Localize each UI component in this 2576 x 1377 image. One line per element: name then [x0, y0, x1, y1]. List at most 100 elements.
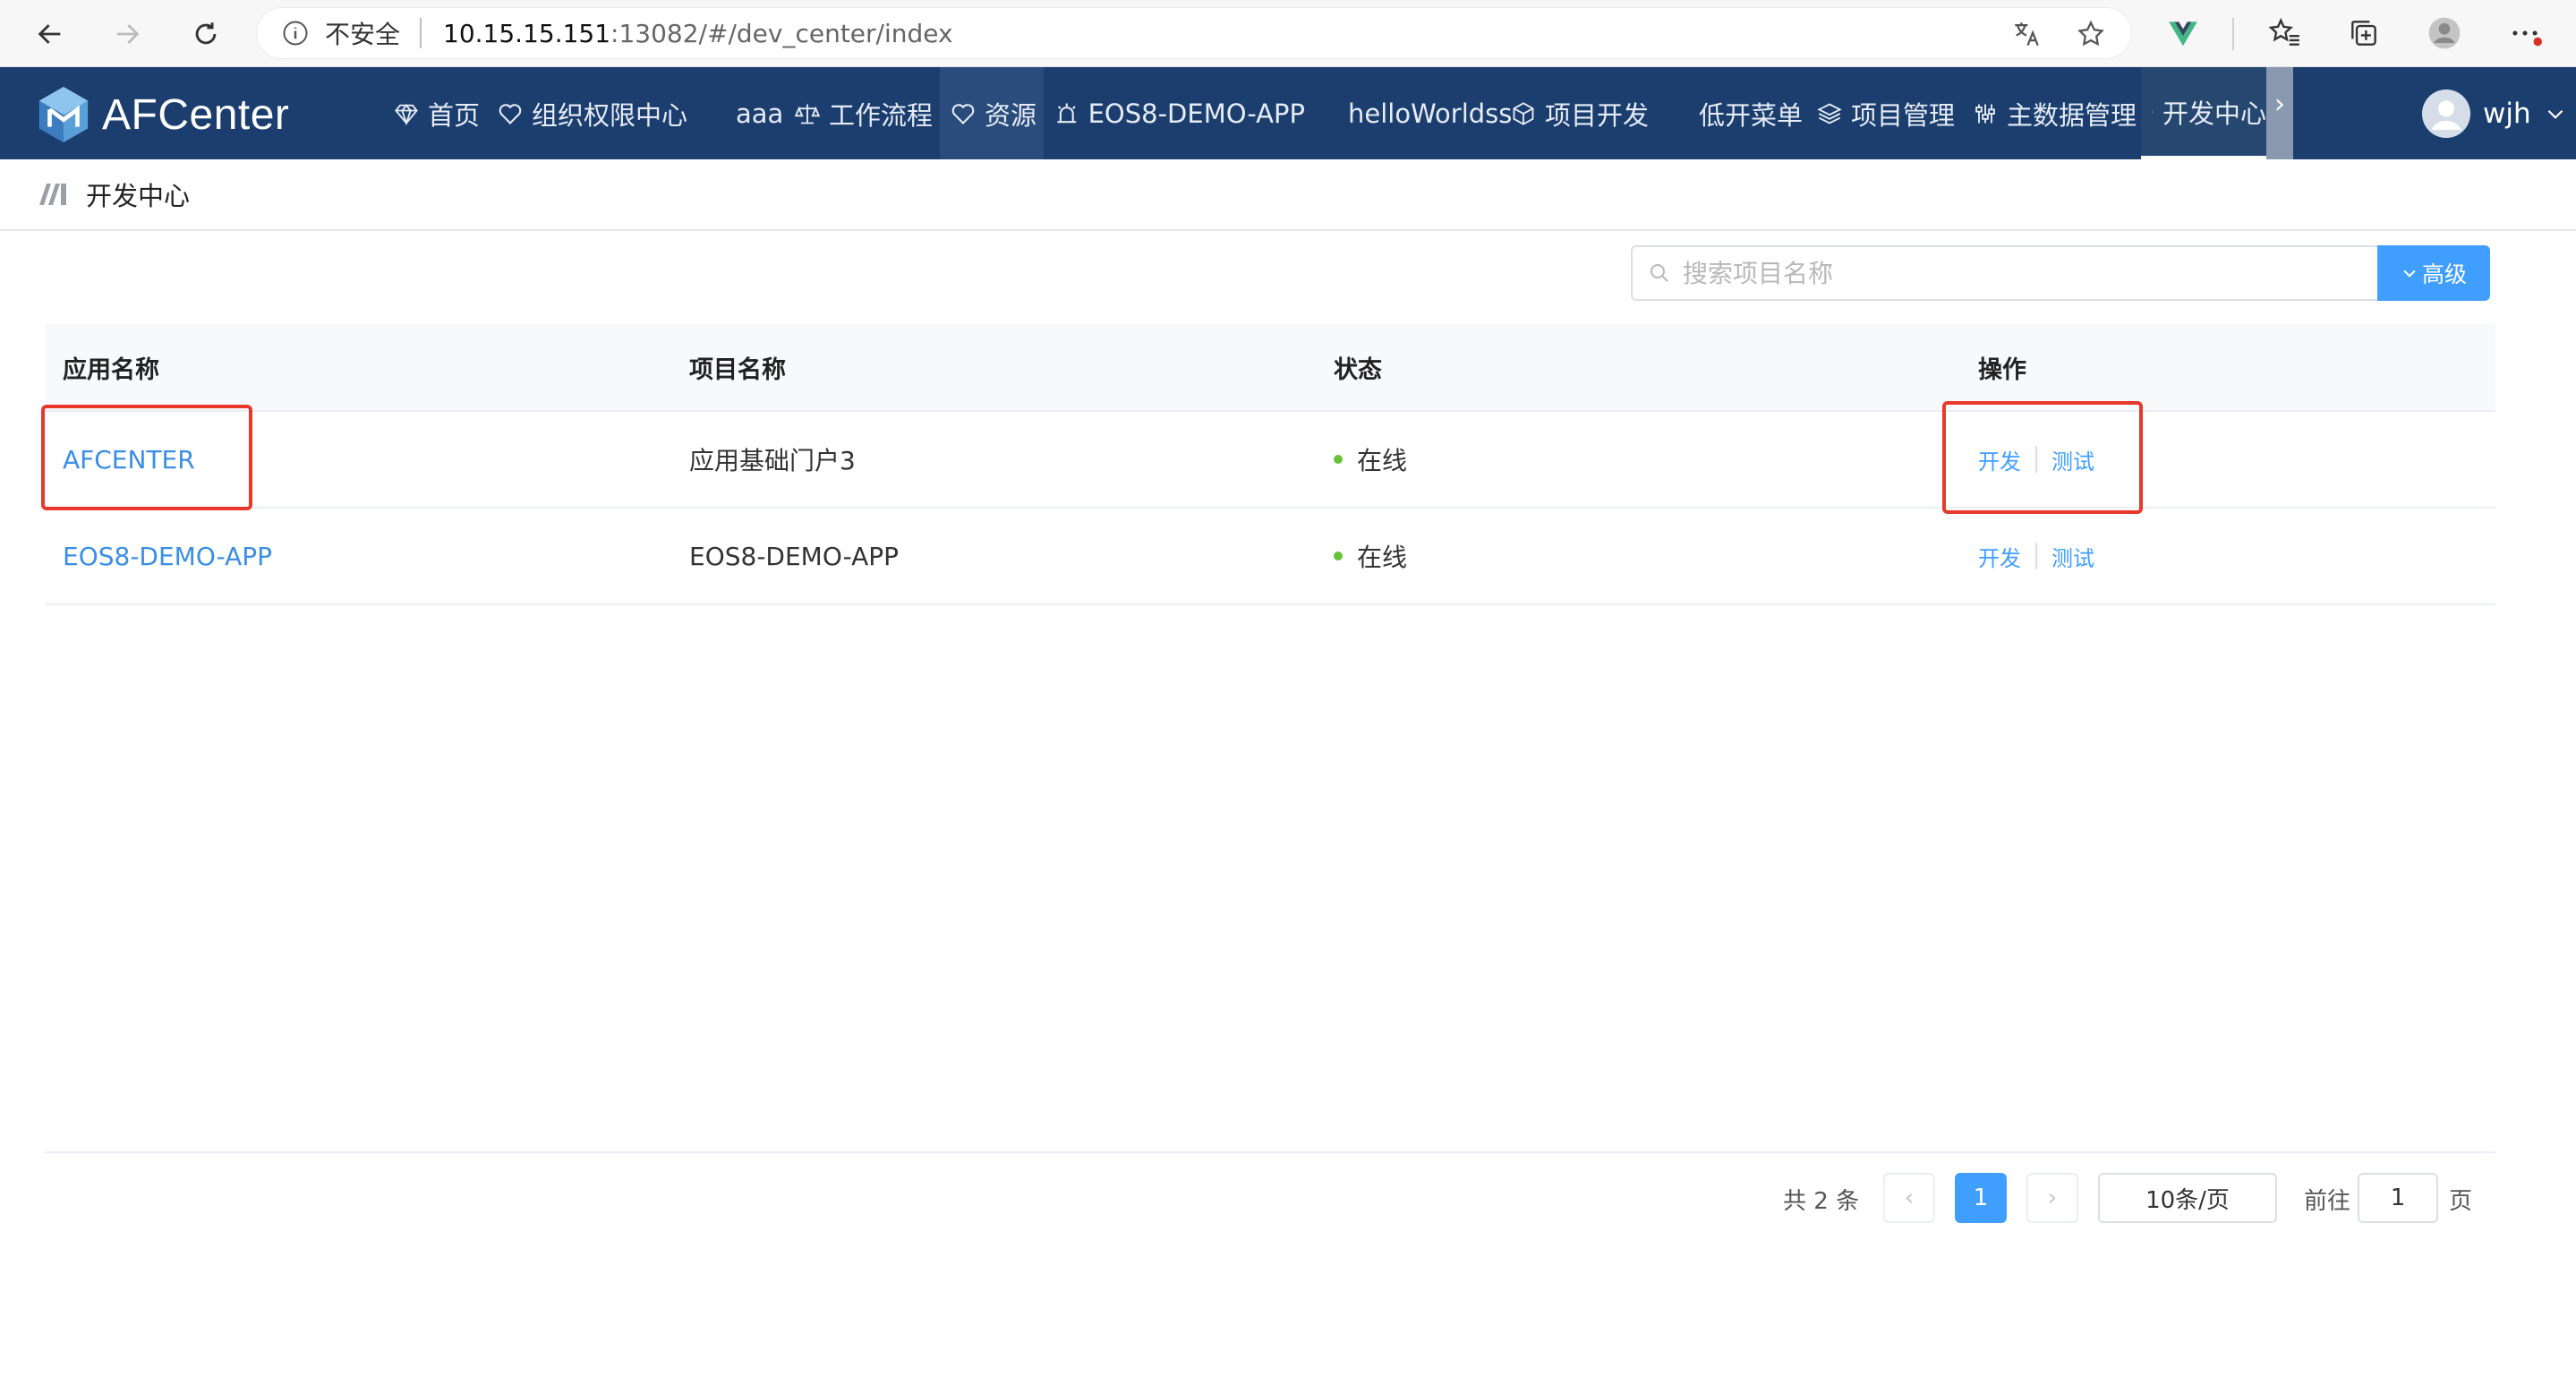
menu-item-eos8-demo-app[interactable]: EOS8-DEMO-APP	[1054, 67, 1305, 159]
logo-text: AFCenter	[102, 90, 290, 139]
chevron-right-icon: ›	[2047, 1185, 2058, 1211]
alarm-icon	[1057, 103, 1077, 123]
menu-label: 组织权限中心	[532, 99, 688, 131]
reload-button[interactable]	[179, 7, 233, 61]
page-number-current[interactable]: 1	[1955, 1173, 2007, 1223]
prev-page-button[interactable]: ‹	[1883, 1173, 1935, 1223]
heart-icon	[499, 103, 522, 124]
address-divider	[420, 18, 422, 48]
menu-item-lowcode-menu[interactable]: 低开菜单	[1699, 67, 1803, 159]
chevron-down-icon	[2403, 269, 2416, 278]
url-path: :13082/#/dev_center/index	[610, 18, 953, 48]
profile-button[interactable]	[2426, 14, 2463, 52]
favorites-button[interactable]	[2266, 14, 2304, 52]
status-cell: 在线	[1334, 538, 1407, 574]
app-logo[interactable]: AFCenter	[36, 85, 289, 144]
app-header: AFCenter 首页 组织权限中心 aaa 工作流程 资源 EOS8-DEMO…	[0, 67, 2576, 159]
menu-item-home[interactable]: 首页	[394, 67, 483, 159]
browser-toolbar: 不安全 10.15.15.151:13082/#/dev_center/inde…	[0, 0, 2576, 67]
test-button[interactable]: 测试	[2051, 541, 2094, 572]
address-bar[interactable]: 不安全 10.15.15.151:13082/#/dev_center/inde…	[256, 7, 2132, 59]
chevron-left-icon: ‹	[1904, 1185, 1915, 1211]
page-title: 开发中心	[86, 181, 191, 211]
translate-icon[interactable]	[2011, 19, 2042, 49]
menu-label: helloWorldss	[1348, 98, 1513, 129]
heart-icon	[951, 103, 975, 124]
menu-item-project-dev[interactable]: 项目开发	[1511, 67, 1654, 159]
chevron-right-icon: ›	[2274, 89, 2285, 120]
gem-icon	[395, 103, 418, 125]
menu-scroll-right-button[interactable]: ›	[2266, 67, 2293, 159]
bookmark-star-icon[interactable]	[2076, 19, 2106, 49]
status-text: 在线	[1357, 543, 1408, 572]
user-menu[interactable]: wjh	[2422, 90, 2567, 138]
back-button[interactable]	[23, 7, 77, 61]
status-cell: 在线	[1334, 441, 1407, 477]
search-icon	[1651, 264, 1668, 282]
annotation-box-app-name	[41, 405, 252, 510]
next-page-button[interactable]: ›	[2026, 1173, 2078, 1223]
vue-logo-icon	[2169, 21, 2197, 47]
info-icon	[283, 21, 308, 46]
cube-icon	[1513, 101, 1534, 125]
status-text: 在线	[1357, 446, 1408, 475]
table-row: EOS8-DEMO-APP EOS8-DEMO-APP 在线 开发 测试	[45, 509, 2495, 605]
menu-item-org-permissions[interactable]: 组织权限中心	[498, 67, 695, 159]
header-project-name: 项目名称	[689, 355, 786, 384]
page-size-select[interactable]: 10条/页	[2098, 1173, 2277, 1223]
menu-label: 开发中心	[2162, 98, 2266, 129]
menu-item-resources[interactable]: 资源	[940, 67, 1044, 159]
goto-label: 前往	[2304, 1187, 2351, 1215]
menu-label: aaa	[736, 98, 784, 129]
table-header: 应用名称 项目名称 状态 操作	[45, 324, 2495, 412]
annotation-box-actions	[1942, 401, 2143, 514]
profile-avatar-icon	[2428, 17, 2461, 49]
user-avatar-icon	[2422, 90, 2470, 138]
menu-label: 首页	[428, 99, 481, 131]
menu-item-master-data[interactable]: 主数据管理	[1973, 67, 2143, 159]
table-bottom-divider	[45, 1151, 2495, 1153]
app-name-link[interactable]: EOS8-DEMO-APP	[63, 542, 272, 571]
menu-label: 工作流程	[829, 99, 934, 131]
vue-extension-button[interactable]	[2164, 14, 2202, 52]
menu-label: 资源	[985, 99, 1037, 131]
afcenter-logo-icon	[38, 87, 89, 142]
menu-item-workflow[interactable]: 工作流程	[795, 67, 938, 159]
menu-label: 项目管理	[1851, 99, 1956, 131]
page-unit-label: 页	[2449, 1187, 2473, 1215]
more-menu-button[interactable]	[2506, 14, 2544, 52]
advanced-search-button[interactable]: 高级	[2377, 245, 2490, 301]
menu-label: 低开菜单	[1699, 99, 1804, 131]
project-name-cell: EOS8-DEMO-APP	[689, 541, 900, 571]
header-actions: 操作	[1978, 355, 2026, 384]
goto-page-input[interactable]: 1	[2358, 1173, 2438, 1223]
toolbar-divider	[2232, 18, 2234, 50]
menu-label: 主数据管理	[2007, 99, 2137, 131]
menu-item-dev-center[interactable]: 开发中心	[2141, 67, 2266, 159]
sliders-icon	[1975, 104, 1995, 123]
header-app-name: 应用名称	[63, 355, 159, 384]
develop-button[interactable]: 开发	[1978, 541, 2021, 572]
actions-cell: 开发 测试	[1978, 541, 2094, 572]
user-name: wjh	[2483, 98, 2531, 130]
search-input[interactable]	[1683, 258, 2363, 288]
pagination-total: 共 2 条	[1783, 1187, 1860, 1215]
layers-icon	[1817, 102, 1842, 124]
project-name-cell: 应用基础门户3	[689, 446, 856, 475]
arrow-left-icon	[38, 24, 61, 44]
forward-button[interactable]	[100, 7, 154, 61]
favorites-icon	[2268, 17, 2299, 46]
menu-item-helloworldss[interactable]: helloWorldss	[1348, 67, 1512, 159]
search-field[interactable]	[1631, 245, 2379, 301]
user-avatar	[2422, 90, 2470, 138]
url-host: 10.15.15.151	[443, 18, 611, 48]
collections-button[interactable]	[2345, 14, 2383, 52]
breadcrumb: 开发中心	[0, 159, 2576, 231]
menu-item-aaa[interactable]: aaa	[736, 67, 789, 159]
reload-icon	[195, 22, 217, 45]
edit-icon	[2152, 110, 2154, 113]
status-online-dot	[1334, 552, 1343, 560]
action-divider	[2035, 543, 2037, 569]
breadcrumb-slashes-icon	[39, 184, 66, 205]
menu-item-project-mgmt[interactable]: 项目管理	[1817, 67, 1969, 159]
